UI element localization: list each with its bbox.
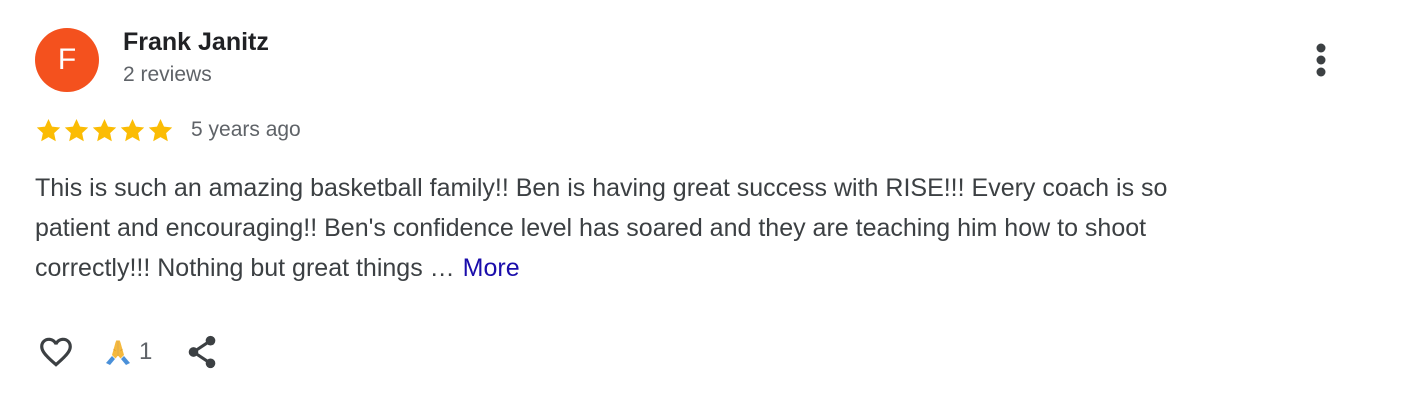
star-icon [64,118,89,141]
review-text-line: correctly!!! Nothing but great things … M… [35,248,1335,288]
star-rating [35,117,174,144]
reaction-count: 1 [139,338,153,365]
share-icon [189,335,216,369]
review-text-line: This is such an amazing basketball famil… [35,174,1168,202]
like-button[interactable] [35,330,77,374]
share-button[interactable] [184,330,220,374]
review-text: This is such an amazing basketball famil… [35,168,1335,288]
review-card: F Frank Janitz 2 reviews 5 years ago Thi… [0,0,1424,400]
author-avatar[interactable]: F [35,28,99,92]
folded-hands-icon [106,340,130,365]
star-icon [92,118,117,141]
star-icon [148,118,173,141]
star-icon [36,118,61,141]
avatar-initial: F [57,43,77,76]
more-link[interactable]: More [463,254,520,282]
more-options-button[interactable] [1303,40,1339,80]
more-vert-icon [1316,43,1326,77]
review-text-line: patient and encouraging!! Ben's confiden… [35,214,1147,242]
heart-outline-icon [40,337,72,367]
review-date: 5 years ago [191,118,301,141]
review-text-line-content: correctly!!! Nothing but great things … [35,254,455,282]
reaction-button[interactable]: 1 [102,336,152,368]
review-actions: 1 [35,330,220,374]
author-name[interactable]: Frank Janitz [123,28,269,57]
star-icon [120,118,145,141]
author-review-count: 2 reviews [123,63,212,86]
rating-row: 5 years ago [35,115,301,145]
